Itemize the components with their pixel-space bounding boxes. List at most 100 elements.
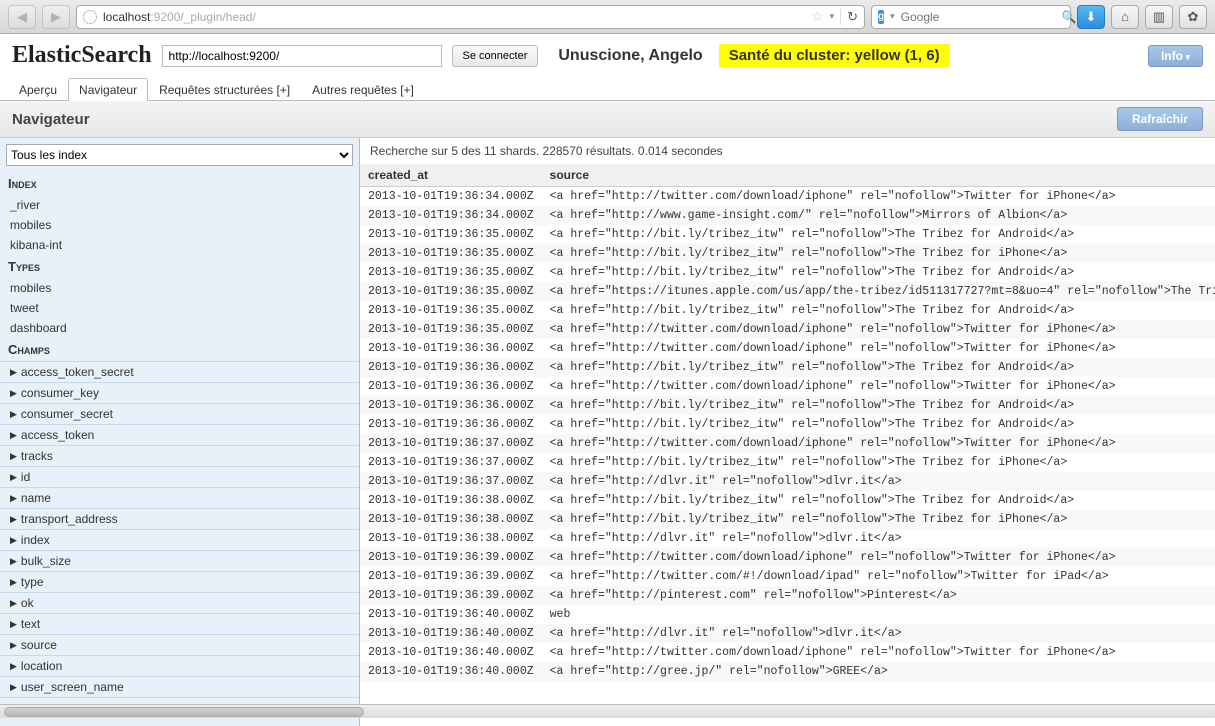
table-row[interactable]: 2013-10-01T19:36:40.000Zweb: [360, 605, 1215, 624]
app-header: ElasticSearch Se connecter Unuscione, An…: [0, 34, 1215, 77]
cell-source: <a href="http://gree.jp/" rel="nofollow"…: [542, 662, 1215, 681]
table-row[interactable]: 2013-10-01T19:36:37.000Z<a href="http://…: [360, 453, 1215, 472]
search-bar[interactable]: g ▾ 🔍: [871, 5, 1071, 29]
table-row[interactable]: 2013-10-01T19:36:40.000Z<a href="http://…: [360, 662, 1215, 681]
cell-source: <a href="http://bit.ly/tribez_itw" rel="…: [542, 301, 1215, 320]
bookmarks-button[interactable]: ▥: [1145, 5, 1173, 29]
champs-item[interactable]: ▶type: [0, 571, 359, 592]
content: Recherche sur 5 des 11 shards. 228570 ré…: [360, 138, 1215, 726]
cell-created-at: 2013-10-01T19:36:36.000Z: [360, 377, 542, 396]
champs-item[interactable]: ▶name: [0, 487, 359, 508]
champs-item[interactable]: ▶user_screen_name: [0, 676, 359, 697]
chevron-right-icon: ▶: [10, 388, 17, 399]
champs-item[interactable]: ▶ index: [0, 529, 359, 550]
table-row[interactable]: 2013-10-01T19:36:40.000Z<a href="http://…: [360, 643, 1215, 662]
connect-url-input[interactable]: [162, 45, 442, 67]
dropdown-icon[interactable]: ▾: [830, 11, 835, 22]
cell-created-at: 2013-10-01T19:36:35.000Z: [360, 263, 542, 282]
champs-item[interactable]: ▶access_token_secret: [0, 361, 359, 382]
globe-icon: [83, 10, 97, 24]
cell-created-at: 2013-10-01T19:36:37.000Z: [360, 453, 542, 472]
cell-created-at: 2013-10-01T19:36:35.000Z: [360, 320, 542, 339]
tab-navigateur[interactable]: Navigateur: [68, 78, 148, 101]
champs-item[interactable]: ▶bulk_size: [0, 550, 359, 571]
column-header-created_at[interactable]: created_at: [360, 164, 542, 187]
cell-source: <a href="http://dlvr.it" rel="nofollow">…: [542, 472, 1215, 491]
table-row[interactable]: 2013-10-01T19:36:34.000Z<a href="http://…: [360, 187, 1215, 207]
dropdown-icon[interactable]: ▾: [890, 11, 895, 22]
table-row[interactable]: 2013-10-01T19:36:36.000Z<a href="http://…: [360, 339, 1215, 358]
list-item-label: tweet: [10, 301, 39, 315]
back-button[interactable]: ◀: [8, 5, 36, 29]
table-row[interactable]: 2013-10-01T19:36:35.000Z<a href="http://…: [360, 244, 1215, 263]
champs-item[interactable]: ▶source: [0, 634, 359, 655]
column-header-source[interactable]: source: [542, 164, 1215, 187]
champs-item[interactable]: ▶location: [0, 655, 359, 676]
champs-item[interactable]: ▶tracks: [0, 445, 359, 466]
search-icon[interactable]: 🔍: [1062, 10, 1077, 24]
types-item[interactable]: tweet: [0, 298, 359, 318]
table-row[interactable]: 2013-10-01T19:36:36.000Z<a href="http://…: [360, 377, 1215, 396]
indices-item[interactable]: _river: [0, 195, 359, 215]
connect-button[interactable]: Se connecter: [452, 45, 539, 67]
search-input[interactable]: [901, 10, 1056, 24]
types-item[interactable]: mobiles: [0, 278, 359, 298]
table-row[interactable]: 2013-10-01T19:36:35.000Z<a href="http://…: [360, 225, 1215, 244]
refresh-button[interactable]: Rafraîchir: [1117, 107, 1203, 131]
tab-aper-u[interactable]: Aperçu: [8, 78, 68, 101]
table-row[interactable]: 2013-10-01T19:36:38.000Z<a href="http://…: [360, 491, 1215, 510]
bookmark-icon[interactable]: ☆: [811, 8, 824, 25]
download-button[interactable]: ⬇: [1077, 5, 1105, 29]
table-row[interactable]: 2013-10-01T19:36:39.000Z<a href="http://…: [360, 567, 1215, 586]
table-row[interactable]: 2013-10-01T19:36:40.000Z<a href="http://…: [360, 624, 1215, 643]
table-row[interactable]: 2013-10-01T19:36:38.000Z<a href="http://…: [360, 529, 1215, 548]
addon-button[interactable]: ✿: [1179, 5, 1207, 29]
champs-item[interactable]: ▶ok: [0, 592, 359, 613]
table-row[interactable]: 2013-10-01T19:36:39.000Z<a href="http://…: [360, 586, 1215, 605]
indices-item[interactable]: kibana-int: [0, 235, 359, 255]
table-row[interactable]: 2013-10-01T19:36:39.000Z<a href="http://…: [360, 548, 1215, 567]
table-row[interactable]: 2013-10-01T19:36:37.000Z<a href="http://…: [360, 434, 1215, 453]
cell-source: <a href="http://pinterest.com" rel="nofo…: [542, 586, 1215, 605]
champs-item[interactable]: ▶transport_address: [0, 508, 359, 529]
tab-requ-tes-structur-es-[interactable]: Requêtes structurées [+]: [148, 78, 301, 101]
table-row[interactable]: 2013-10-01T19:36:38.000Z<a href="http://…: [360, 510, 1215, 529]
reload-icon[interactable]: ↻: [840, 9, 858, 25]
table-row[interactable]: 2013-10-01T19:36:35.000Z<a href="http://…: [360, 301, 1215, 320]
chevron-right-icon: ▶: [10, 451, 17, 462]
tab-autres-requ-tes-[interactable]: Autres requêtes [+]: [301, 78, 425, 101]
cell-created-at: 2013-10-01T19:36:38.000Z: [360, 529, 542, 548]
index-select[interactable]: Tous les index: [6, 144, 353, 166]
table-row[interactable]: 2013-10-01T19:36:37.000Z<a href="http://…: [360, 472, 1215, 491]
cell-source: <a href="http://bit.ly/tribez_itw" rel="…: [542, 225, 1215, 244]
chevron-right-icon: ▶: [10, 682, 17, 693]
cell-created-at: 2013-10-01T19:36:39.000Z: [360, 548, 542, 567]
forward-button[interactable]: ▶: [42, 5, 70, 29]
url-bar[interactable]: localhost:9200/_plugin/head/ ☆ ▾ ↻: [76, 5, 865, 29]
info-button[interactable]: Info: [1148, 45, 1203, 67]
scrollbar-thumb[interactable]: [4, 707, 364, 717]
table-row[interactable]: 2013-10-01T19:36:35.000Z<a href="http://…: [360, 263, 1215, 282]
champs-item[interactable]: ▶text: [0, 613, 359, 634]
types-item[interactable]: dashboard: [0, 318, 359, 338]
champs-item[interactable]: ▶consumer_secret: [0, 403, 359, 424]
horizontal-scrollbar[interactable]: [0, 704, 1215, 718]
champs-item[interactable]: ▶consumer_key: [0, 382, 359, 403]
list-item-label: bulk_size: [21, 554, 71, 568]
home-button[interactable]: ⌂: [1111, 5, 1139, 29]
table-row[interactable]: 2013-10-01T19:36:36.000Z<a href="http://…: [360, 396, 1215, 415]
table-row[interactable]: 2013-10-01T19:36:34.000Z<a href="http://…: [360, 206, 1215, 225]
list-item-label: type: [21, 575, 44, 589]
cell-created-at: 2013-10-01T19:36:38.000Z: [360, 510, 542, 529]
champs-item[interactable]: ▶access_token: [0, 424, 359, 445]
list-item-label: mobiles: [10, 218, 51, 232]
champs-item[interactable]: ▶id: [0, 466, 359, 487]
table-row[interactable]: 2013-10-01T19:36:36.000Z<a href="http://…: [360, 358, 1215, 377]
chevron-right-icon: ▶: [10, 535, 17, 546]
list-item-label: index: [21, 533, 50, 547]
table-row[interactable]: 2013-10-01T19:36:35.000Z<a href="https:/…: [360, 282, 1215, 301]
table-row[interactable]: 2013-10-01T19:36:36.000Z<a href="http://…: [360, 415, 1215, 434]
table-row[interactable]: 2013-10-01T19:36:35.000Z<a href="http://…: [360, 320, 1215, 339]
indices-item[interactable]: mobiles: [0, 215, 359, 235]
result-status: Recherche sur 5 des 11 shards. 228570 ré…: [360, 138, 1215, 164]
